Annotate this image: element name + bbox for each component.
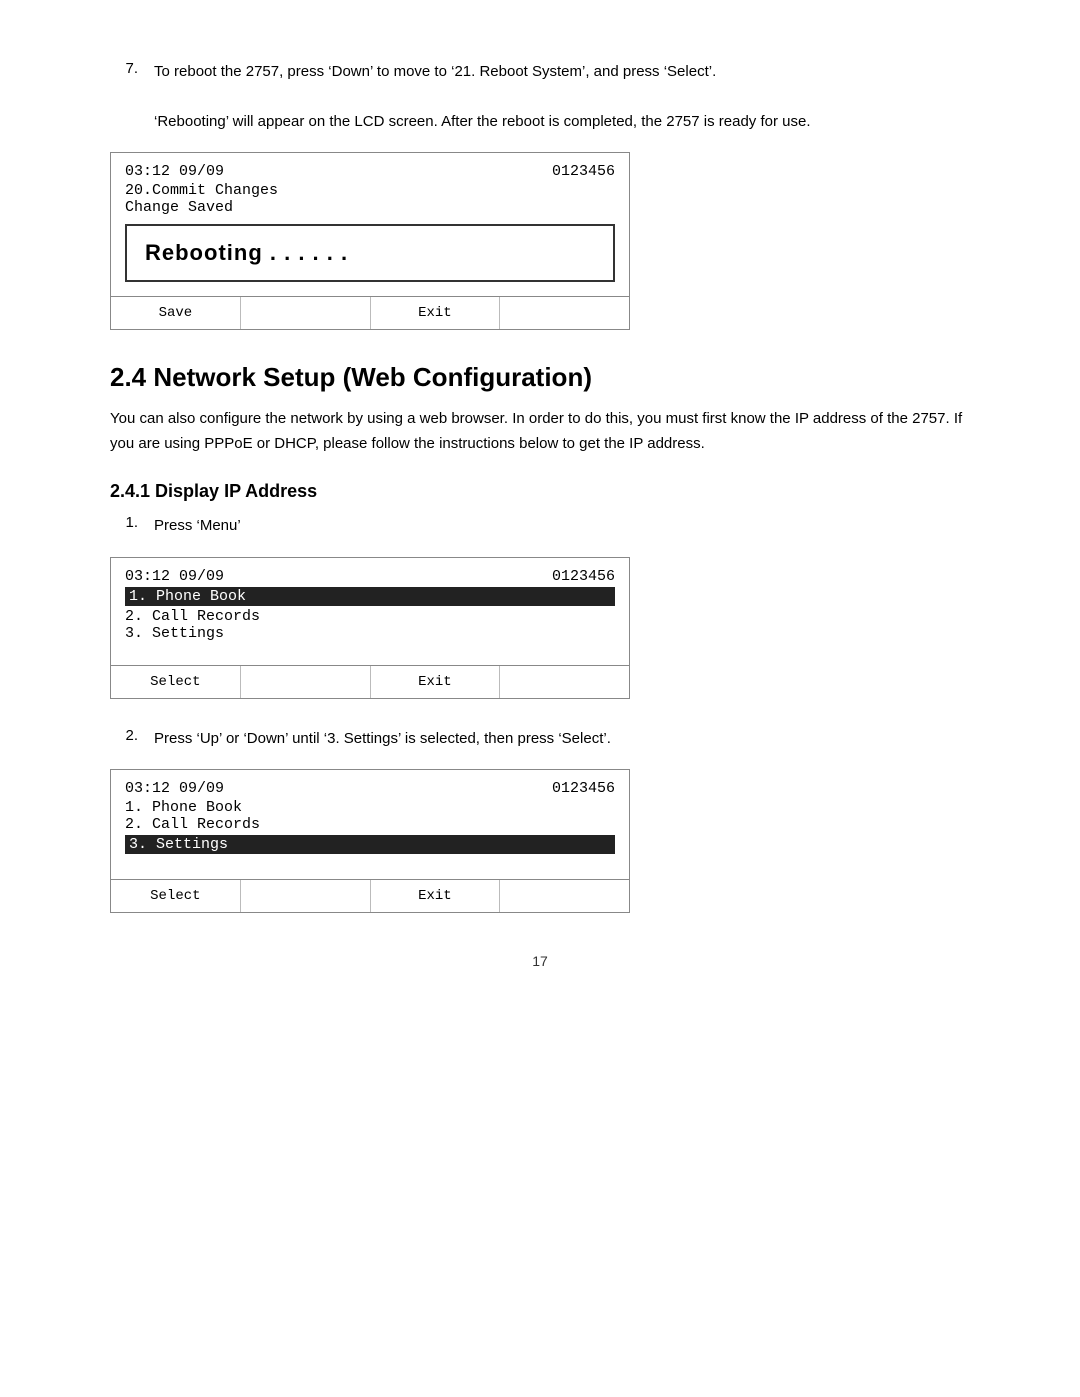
lcd-menu2-btn3[interactable]: Exit (371, 880, 501, 912)
lcd-menu1-line2: 2. Call Records (125, 608, 615, 625)
lcd-menu1-btn2 (241, 666, 371, 698)
step-1-num: 1. (110, 514, 138, 539)
lcd-menu2-line2: 2. Call Records (125, 816, 615, 833)
lcd-menu1-line1-wrap: 1. Phone Book (125, 587, 615, 606)
lcd-menu2-btn4 (500, 880, 629, 912)
lcd-menu2-btn2 (241, 880, 371, 912)
lcd-menu2-time: 03:12 09/09 (125, 780, 224, 797)
step-7-text: To reboot the 2757, press ‘Down’ to move… (154, 60, 970, 134)
lcd-menu2-btn1[interactable]: Select (111, 880, 241, 912)
lcd-menu2-buttons: Select Exit (111, 879, 629, 912)
lcd-menu1-screen: 03:12 09/09 0123456 1. Phone Book 2. Cal… (110, 557, 630, 699)
lcd-menu1-line1: 1. Phone Book (125, 587, 615, 606)
step-2-para: 2. Press ‘Up’ or ‘Down’ until ‘3. Settin… (110, 727, 970, 752)
lcd-menu2-id: 0123456 (552, 780, 615, 797)
step-1-para: 1. Press ‘Menu’ (110, 514, 970, 539)
lcd-reboot-btn1[interactable]: Save (111, 297, 241, 329)
lcd-reboot-btn3[interactable]: Exit (371, 297, 501, 329)
lcd-menu2-line1: 1. Phone Book (125, 799, 615, 816)
lcd-reboot-line2: Change Saved (125, 199, 615, 216)
step-7-para: 7. To reboot the 2757, press ‘Down’ to m… (110, 60, 970, 134)
lcd-reboot-screen: 03:12 09/09 0123456 20.Commit Changes Ch… (110, 152, 630, 330)
lcd-reboot-line1: 20.Commit Changes (125, 182, 615, 199)
step-7-line2: ‘Rebooting’ will appear on the LCD scree… (154, 113, 810, 130)
lcd-menu1-time-row: 03:12 09/09 0123456 (125, 568, 615, 585)
lcd-menu2-top: 03:12 09/09 0123456 1. Phone Book 2. Cal… (111, 770, 629, 879)
lcd-menu1-btn3[interactable]: Exit (371, 666, 501, 698)
page-content: 7. To reboot the 2757, press ‘Down’ to m… (110, 60, 970, 969)
section-241-title: 2.4.1 Display IP Address (110, 481, 970, 502)
lcd-reboot-btn2 (241, 297, 371, 329)
lcd-menu1-buttons: Select Exit (111, 665, 629, 698)
step-2-num: 2. (110, 727, 138, 752)
lcd-menu2-line3: 3. Settings (125, 835, 615, 854)
lcd-reboot-id: 0123456 (552, 163, 615, 180)
lcd-reboot-time-row: 03:12 09/09 0123456 (125, 163, 615, 180)
lcd-reboot-time: 03:12 09/09 (125, 163, 224, 180)
lcd-menu2-screen: 03:12 09/09 0123456 1. Phone Book 2. Cal… (110, 769, 630, 913)
lcd-menu1-id: 0123456 (552, 568, 615, 585)
lcd-menu2-line3-wrap: 3. Settings (125, 835, 615, 854)
lcd-rebooting-text: Rebooting . . . . . . (125, 224, 615, 282)
step-7-line1: To reboot the 2757, press ‘Down’ to move… (154, 63, 716, 80)
lcd-menu1-line3: 3. Settings (125, 625, 615, 642)
lcd-menu2-time-row: 03:12 09/09 0123456 (125, 780, 615, 797)
step-2-text: Press ‘Up’ or ‘Down’ until ‘3. Settings’… (154, 727, 970, 752)
page-number: 17 (110, 953, 970, 969)
lcd-menu1-btn1[interactable]: Select (111, 666, 241, 698)
section-24-title: 2.4 Network Setup (Web Configuration) (110, 362, 970, 393)
lcd-reboot-buttons: Save Exit (111, 296, 629, 329)
lcd-menu1-top: 03:12 09/09 0123456 1. Phone Book 2. Cal… (111, 558, 629, 665)
step-7-num: 7. (110, 60, 138, 134)
lcd-menu1-btn4 (500, 666, 629, 698)
lcd-reboot-top: 03:12 09/09 0123456 20.Commit Changes Ch… (111, 153, 629, 296)
lcd-menu1-time: 03:12 09/09 (125, 568, 224, 585)
step-1-text: Press ‘Menu’ (154, 514, 970, 539)
section-24-intro: You can also configure the network by us… (110, 407, 970, 457)
lcd-reboot-btn4 (500, 297, 629, 329)
